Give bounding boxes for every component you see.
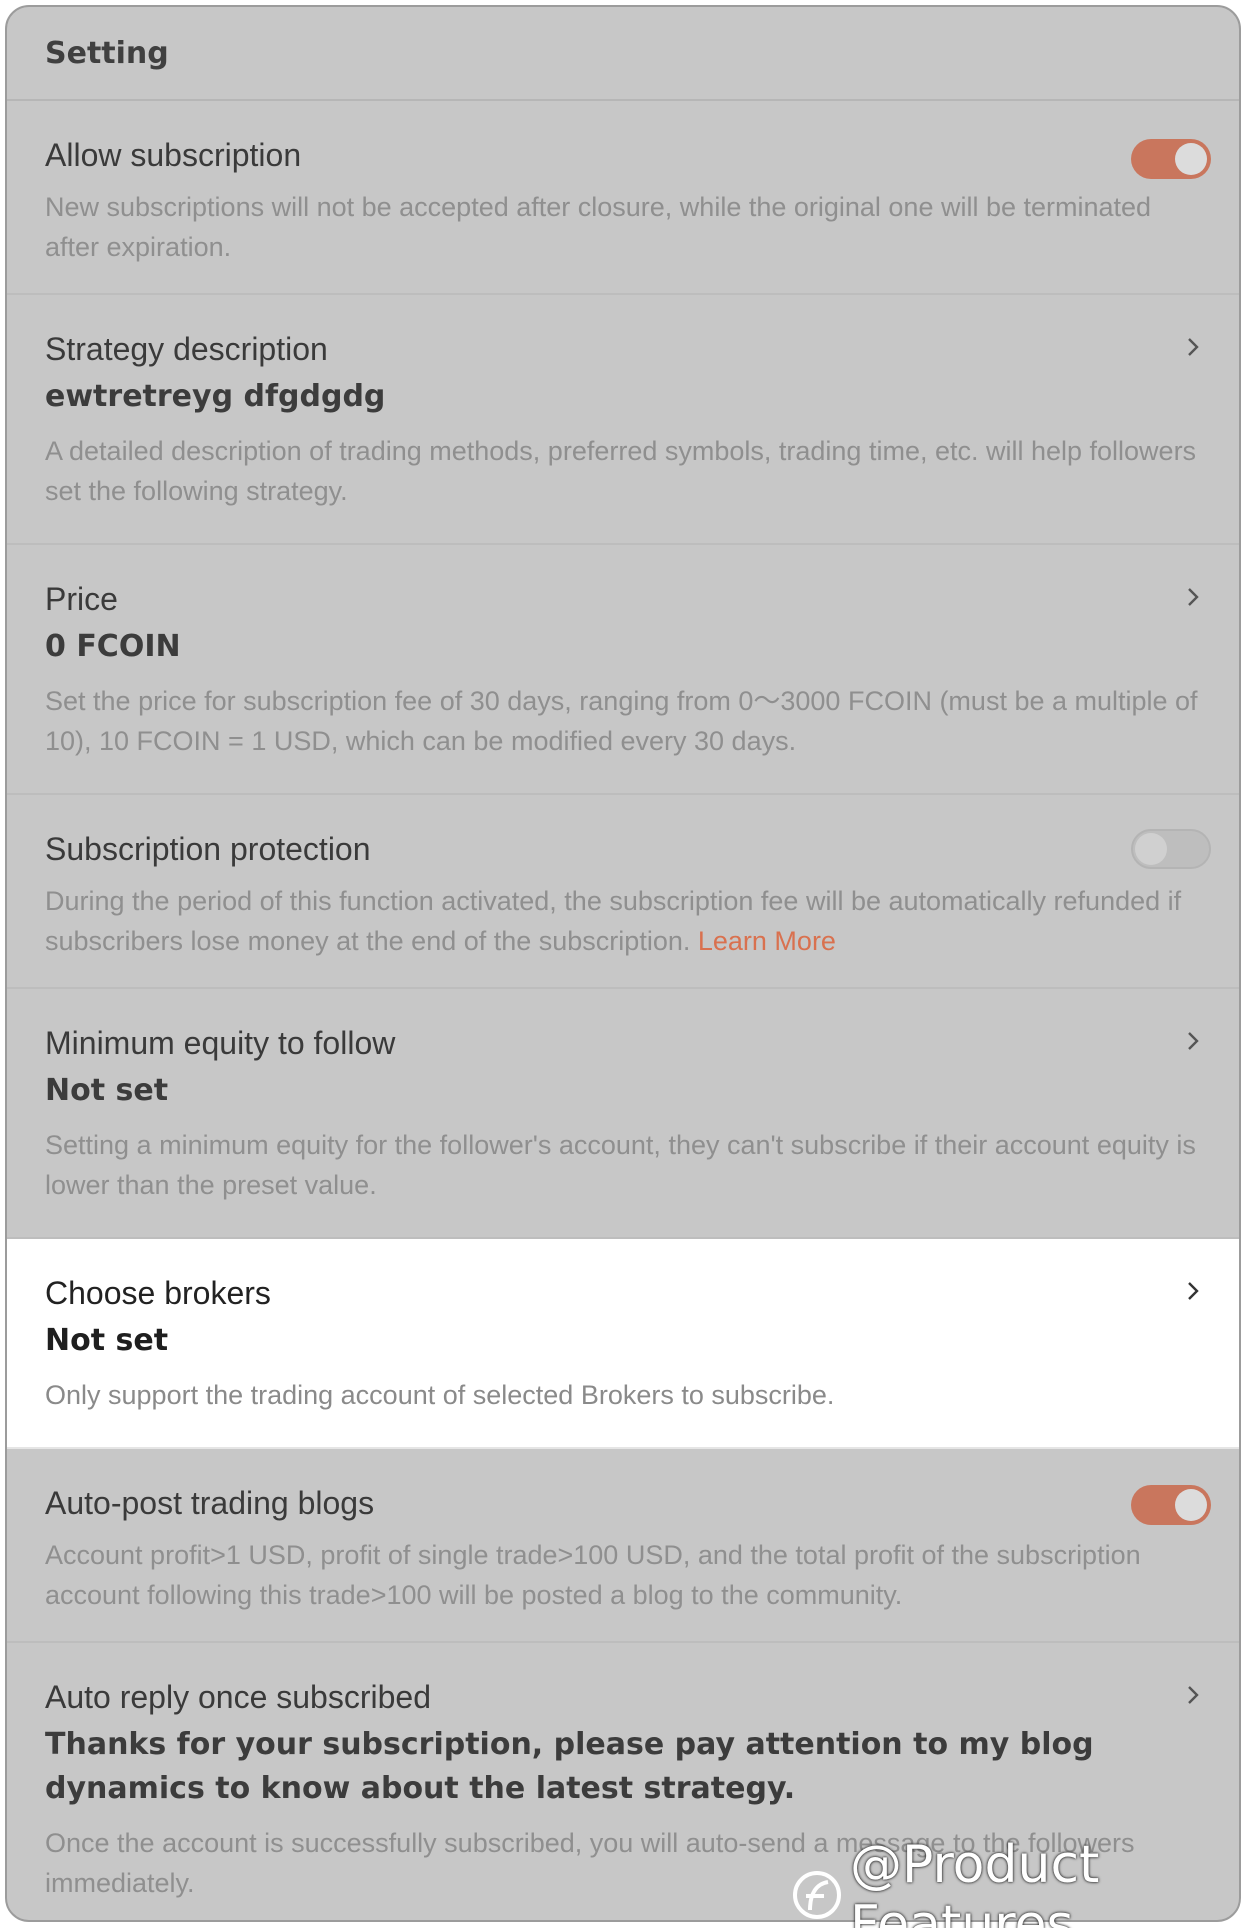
chevron-right-icon [1181,585,1205,609]
row-title: Auto reply once subscribed [45,1679,431,1715]
chevron-right-icon [1181,1683,1205,1707]
settings-header: Setting [7,7,1239,101]
chevron-right-icon [1181,1029,1205,1053]
row-description: Only support the trading account of sele… [45,1380,835,1410]
row-value: Thanks for your subscription, please pay… [45,1727,1094,1806]
chevron-right-icon [1181,1279,1205,1303]
strategy-description-row[interactable]: Strategy description ewtretreyg dfgdgdg … [7,295,1239,545]
row-description: Setting a minimum equity for the followe… [45,1130,1196,1200]
row-value: ewtretreyg dfgdgdg [45,379,386,414]
settings-panel: Setting Allow subscription New subscript… [5,5,1241,1922]
row-description-text: During the period of this function activ… [45,886,1182,956]
price-row[interactable]: Price 0 FCOIN Set the price for subscrip… [7,545,1239,795]
row-description: Account profit>1 USD, profit of single t… [45,1540,1141,1610]
row-value: Not set [45,1323,169,1358]
auto-post-blogs-row[interactable]: Auto-post trading blogs Account profit>1… [7,1449,1239,1643]
toggle-knob [1135,833,1167,865]
toggle-knob [1175,143,1207,175]
row-value: Not set [45,1073,169,1108]
allow-subscription-row[interactable]: Allow subscription New subscriptions wil… [7,101,1239,295]
row-title: Allow subscription [45,137,302,173]
watermark-text: @Product Features [850,1835,1100,1928]
row-description: A detailed description of trading method… [45,436,1197,506]
row-description: Set the price for subscription fee of 30… [45,686,1198,756]
row-description: During the period of this function activ… [45,881,1205,961]
row-title: Choose brokers [45,1275,271,1311]
row-title: Price [45,581,118,617]
choose-brokers-row[interactable]: Choose brokers Not set Only support the … [7,1239,1239,1449]
page-title: Setting [45,35,169,71]
row-value: 0 FCOIN [45,629,181,664]
row-title: Minimum equity to follow [45,1025,396,1061]
row-title: Strategy description [45,331,328,367]
learn-more-link[interactable]: Learn More [698,926,836,956]
watermark: @Product Features [790,1835,1248,1928]
row-description: New subscriptions will not be accepted a… [45,192,1152,262]
brand-logo-icon [790,1868,844,1922]
minimum-equity-row[interactable]: Minimum equity to follow Not set Setting… [7,989,1239,1239]
auto-post-blogs-toggle[interactable] [1131,1485,1211,1525]
row-title: Auto-post trading blogs [45,1485,375,1521]
subscription-protection-row[interactable]: Subscription protection During the perio… [7,795,1239,989]
row-title: Subscription protection [45,831,371,867]
allow-subscription-toggle[interactable] [1131,139,1211,179]
toggle-knob [1175,1489,1207,1521]
subscription-protection-toggle[interactable] [1131,829,1211,869]
chevron-right-icon [1181,335,1205,359]
